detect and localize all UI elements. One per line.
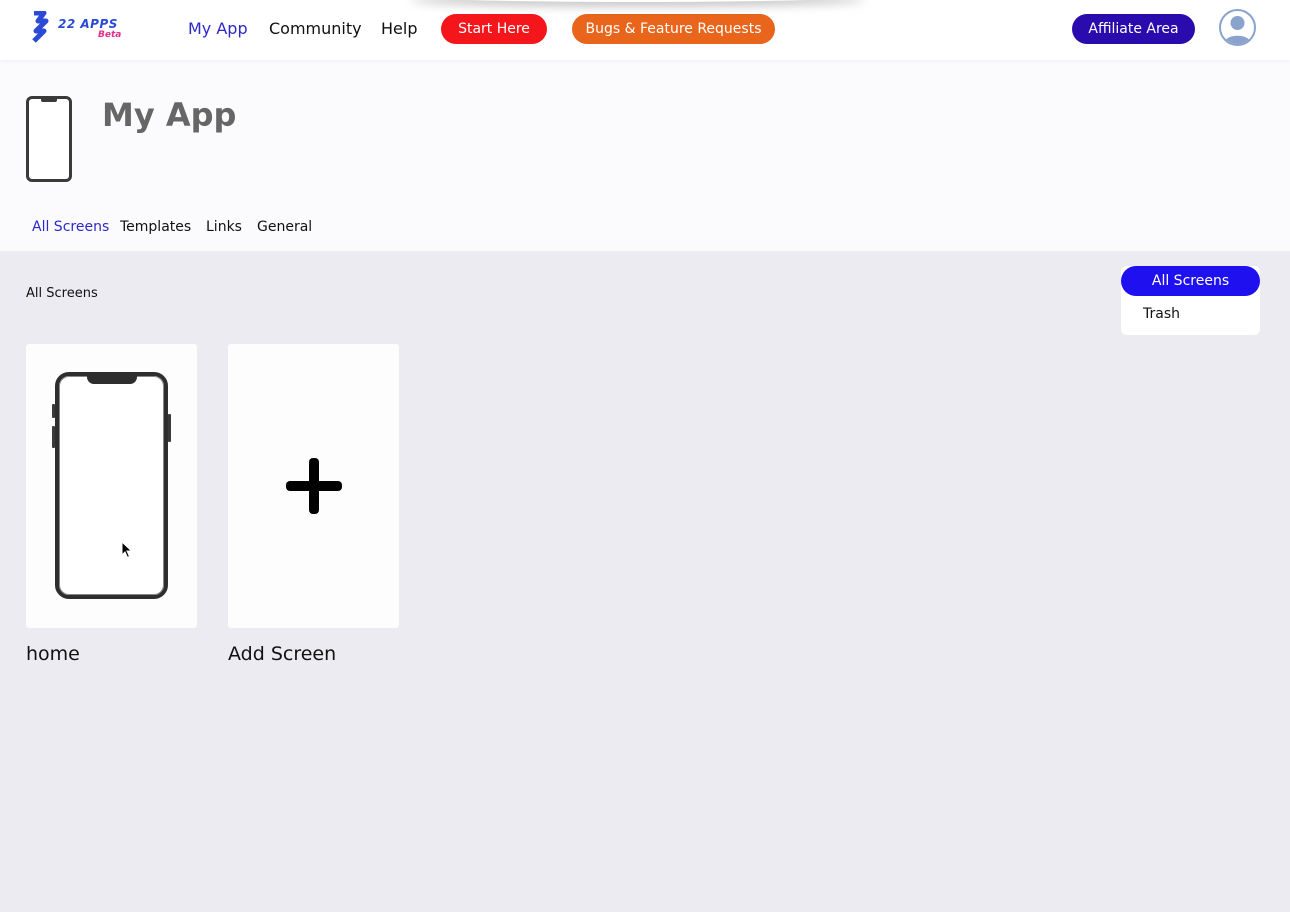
nav-link-community[interactable]: Community xyxy=(269,19,362,38)
logo-mark-icon xyxy=(32,11,49,43)
start-here-button[interactable]: Start Here xyxy=(441,14,547,44)
phone-side-button xyxy=(52,426,55,448)
app-phone-icon xyxy=(26,96,72,182)
nav-link-help[interactable]: Help xyxy=(381,19,417,38)
phone-side-button xyxy=(52,404,55,418)
phone-side-button xyxy=(168,414,171,442)
tab-all-screens[interactable]: All Screens xyxy=(32,219,109,235)
tab-general[interactable]: General xyxy=(257,219,312,235)
mouse-cursor-icon xyxy=(121,541,133,559)
top-navbar: 22 APPS Beta My App Community Help Start… xyxy=(0,0,1290,60)
page-title: My App xyxy=(102,96,237,134)
screen-filter-panel: All Screens Trash xyxy=(1121,266,1260,335)
screen-card-home[interactable] xyxy=(26,344,197,628)
affiliate-area-button[interactable]: Affiliate Area xyxy=(1072,14,1195,44)
app-header: My App All Screens Templates Links Gener… xyxy=(0,60,1290,251)
screen-card-label[interactable]: home xyxy=(26,643,80,665)
phone-preview-icon xyxy=(55,372,168,599)
nav-link-my-app[interactable]: My App xyxy=(188,19,248,38)
bugs-feature-requests-button[interactable]: Bugs & Feature Requests xyxy=(572,14,775,44)
user-avatar-icon[interactable] xyxy=(1219,9,1256,46)
logo-text: 22 APPS xyxy=(58,17,118,31)
section-label: All Screens xyxy=(26,286,98,301)
plus-icon xyxy=(286,458,342,514)
logo[interactable]: 22 APPS Beta xyxy=(30,11,130,43)
add-screen-card[interactable] xyxy=(228,344,399,628)
tab-templates[interactable]: Templates xyxy=(120,219,191,235)
add-screen-label[interactable]: Add Screen xyxy=(228,643,336,665)
tab-links[interactable]: Links xyxy=(206,219,242,235)
filter-all-screens-button[interactable]: All Screens xyxy=(1121,266,1260,296)
filter-trash-button[interactable]: Trash xyxy=(1143,306,1180,322)
logo-beta-badge: Beta xyxy=(98,30,122,40)
